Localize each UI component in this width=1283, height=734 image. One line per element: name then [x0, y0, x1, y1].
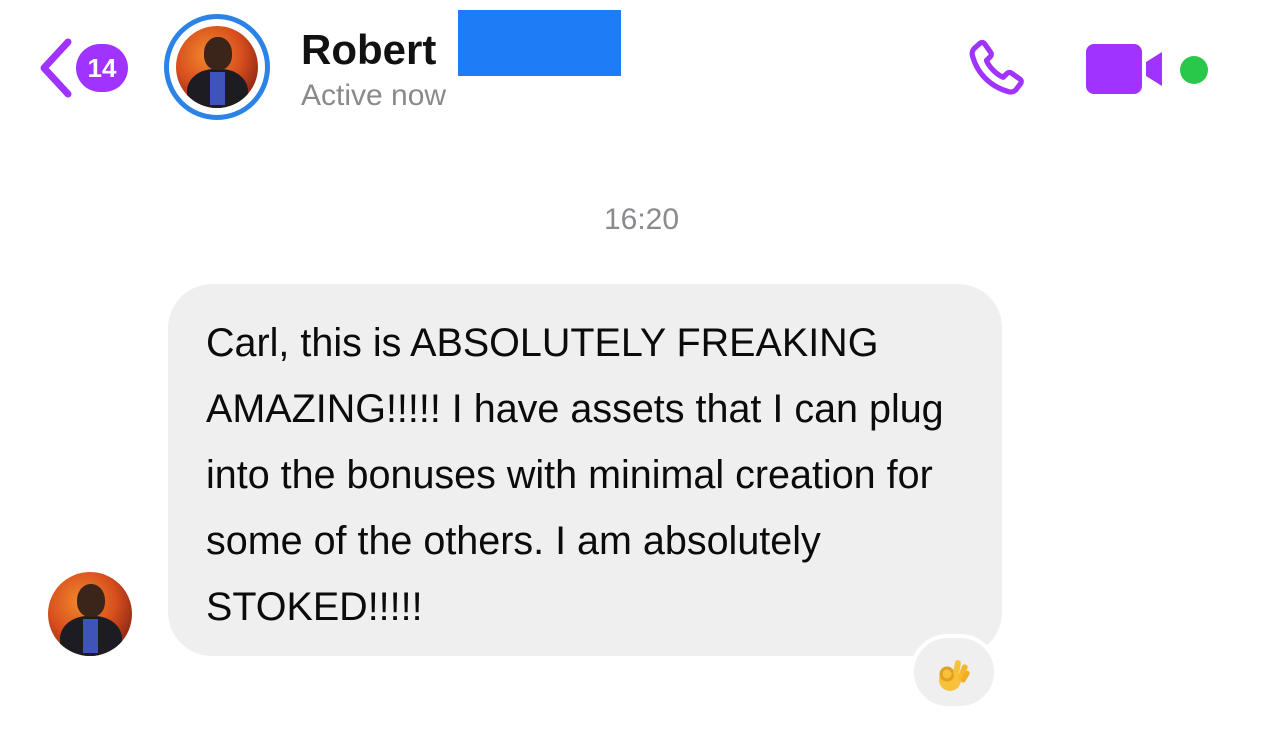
sender-avatar[interactable]	[48, 572, 132, 656]
chevron-left-icon	[40, 38, 72, 98]
contact-name: Robert	[301, 26, 437, 73]
back-button[interactable]: 14	[36, 36, 136, 100]
video-call-button[interactable]	[1084, 42, 1168, 96]
online-status-dot	[1180, 56, 1208, 84]
avatar-photo	[176, 26, 258, 108]
contact-name-row[interactable]: Robert	[301, 22, 436, 78]
video-camera-icon	[1086, 44, 1162, 94]
ok-hand-icon	[939, 660, 970, 691]
message-text: Carl, this is ABSOLUTELY FREAKING AMAZIN…	[206, 321, 944, 629]
incoming-message-bubble[interactable]: Carl, this is ABSOLUTELY FREAKING AMAZIN…	[168, 284, 1002, 656]
contact-avatar[interactable]	[164, 14, 270, 120]
voice-call-button[interactable]	[962, 36, 1028, 102]
avatar-photo	[48, 572, 132, 656]
presence-status: Active now	[301, 79, 447, 112]
message-timestamp: 16:20	[603, 203, 680, 236]
unread-count-badge: 14	[76, 44, 128, 92]
phone-icon	[969, 39, 1024, 95]
message-reaction[interactable]: 👌	[910, 634, 998, 710]
chat-header: 14 Robert Active now	[0, 0, 1283, 140]
redacted-surname-block	[458, 10, 621, 76]
